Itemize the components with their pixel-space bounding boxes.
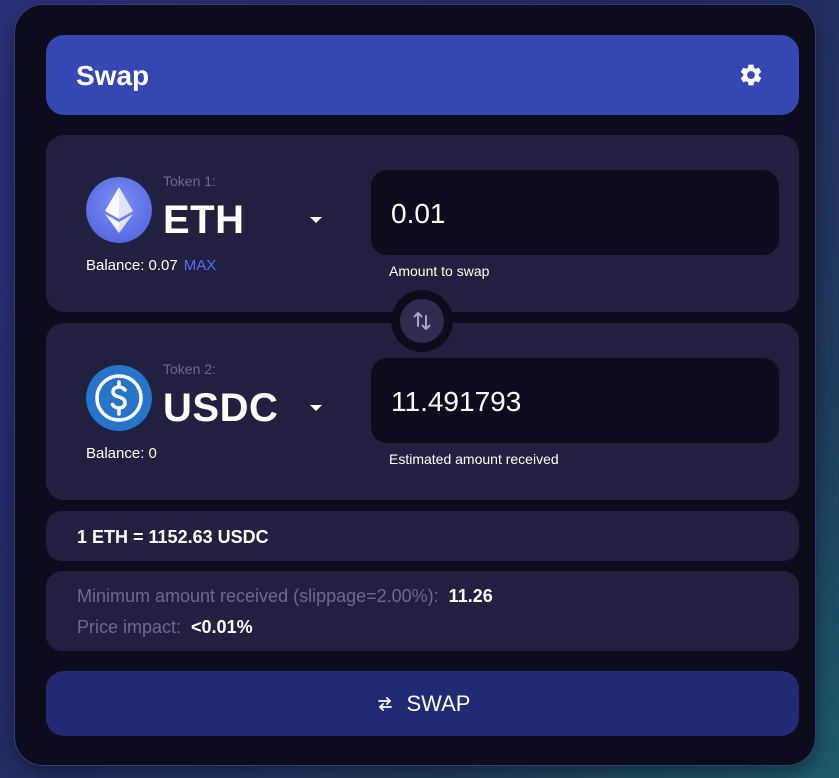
chevron-down-icon[interactable] [304, 396, 328, 420]
amount-out-box [371, 358, 779, 445]
swap-button-content: SWAP [46, 671, 799, 736]
swap-info-panel: Minimum amount received (slippage=2.00%)… [46, 571, 799, 651]
token-out-balance: Balance: 0 [86, 445, 157, 462]
token-in-balance-text: Balance: 0.07 [86, 257, 178, 274]
price-impact-label: Price impact: [77, 617, 182, 637]
swap-arrows-icon [413, 312, 431, 330]
switch-tokens-button[interactable] [400, 299, 444, 343]
token-in-symbol: ETH [163, 198, 245, 242]
token-out-symbol: USDC [163, 386, 279, 430]
exchange-arrows-icon [377, 696, 392, 711]
gear-icon[interactable] [738, 62, 764, 88]
ethereum-logo-icon [86, 177, 152, 243]
max-button[interactable]: MAX [184, 257, 217, 274]
switch-tokens-wrapper [391, 290, 453, 352]
exchange-rate: 1 ETH = 1152.63 USDC [77, 527, 269, 547]
token-in-label: Token 1: [163, 173, 216, 189]
swap-button-label: SWAP [406, 690, 471, 716]
token-out-label: Token 2: [163, 361, 216, 377]
token-in-balance: Balance: 0.07 MAX [86, 257, 216, 274]
price-impact-row: Price impact: <0.01% [77, 617, 253, 638]
rate-panel: 1 ETH = 1152.63 USDC [46, 511, 799, 561]
swap-button[interactable]: SWAP [46, 671, 799, 736]
usdc-logo-icon [86, 365, 152, 431]
amount-in-input[interactable] [389, 170, 763, 257]
amount-in-box [371, 170, 779, 257]
price-impact-value: <0.01% [191, 617, 253, 637]
token-in-panel: Token 1: ETH Balance: 0.07 MAX Amount to … [46, 135, 799, 312]
swap-card: Swap Token 1: ETH Balance: 0.07 MAX 0.01… [15, 5, 815, 765]
amount-in-caption: Amount to swap [389, 263, 490, 279]
min-received-value: 11.26 [448, 586, 493, 606]
amount-out-input[interactable] [389, 358, 763, 445]
min-received-row: Minimum amount received (slippage=2.00%)… [77, 586, 493, 607]
amount-out-caption: Estimated amount received [389, 451, 559, 467]
swap-header: Swap [46, 35, 799, 115]
page-title: Swap [76, 60, 150, 91]
chevron-down-icon[interactable] [304, 208, 328, 232]
min-received-label: Minimum amount received (slippage=2.00%)… [77, 586, 439, 606]
